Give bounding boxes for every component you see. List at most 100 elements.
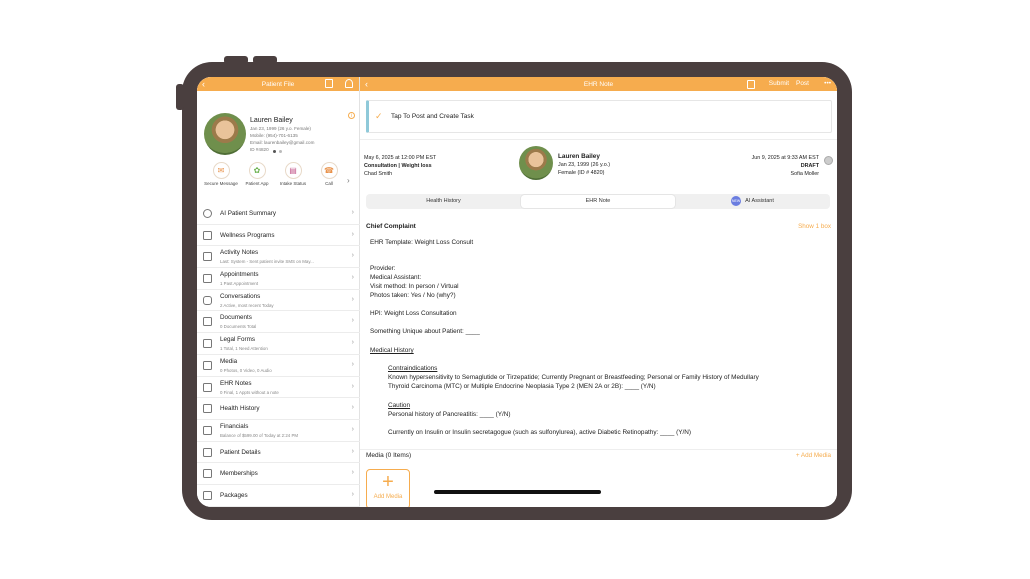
- menu-item-conversations[interactable]: Conversations 2 Active, most recent Today…: [197, 290, 360, 312]
- right-topbar: ‹ EHR Note Submit Post •••: [360, 77, 837, 91]
- note-line: Provider:: [370, 265, 396, 272]
- encounter-provider: Chad Smith: [364, 171, 393, 177]
- patient-app-button[interactable]: ✿ Patient App: [240, 162, 274, 187]
- note-line: Currently on Insulin or Insulin secretag…: [388, 429, 691, 436]
- panel-title: Patient File: [261, 80, 295, 88]
- home-indicator[interactable]: [434, 490, 601, 494]
- patient-dob: Jan 23, 1999 (26 y.o. Female): [250, 126, 311, 131]
- chat-icon: [203, 295, 212, 305]
- menu-item-title: Documents: [220, 314, 252, 322]
- add-media-label: Add Media: [373, 494, 403, 500]
- add-media-button[interactable]: + Add Media: [366, 469, 410, 507]
- chevron-right-icon[interactable]: ›: [347, 176, 350, 185]
- page-dot: [279, 150, 282, 153]
- menu-item-media[interactable]: Media 0 Photos, 0 Video, 0 Audio ›: [197, 355, 360, 377]
- user-icon[interactable]: [345, 79, 353, 88]
- note-editor[interactable]: EHR Template: Weight Loss Consult Provid…: [370, 237, 832, 450]
- page-dots: [273, 150, 282, 153]
- package-icon: [203, 490, 212, 500]
- menu-item-wellness[interactable]: Wellness Programs ›: [197, 225, 360, 247]
- note-line: EHR Template: Weight Loss Consult: [370, 239, 474, 246]
- menu-item-subtitle: 1 Past Appointment: [220, 281, 259, 287]
- menu-item-title: Memberships: [220, 470, 258, 478]
- encounter-patient-dob: Jan 23, 1999 (26 y.o.): [558, 162, 611, 168]
- chevron-right-icon: ›: [351, 252, 354, 260]
- divider: [360, 139, 837, 140]
- avatar[interactable]: [204, 113, 246, 155]
- menu-item-title: AI Patient Summary: [220, 210, 276, 217]
- menu-item-patient-details[interactable]: Patient Details ›: [197, 442, 360, 464]
- menu-item-title: Media: [220, 357, 238, 365]
- note-subheading: Caution: [388, 402, 411, 409]
- health-icon: [203, 404, 212, 414]
- tab-label: AI Assistant: [745, 198, 774, 204]
- menu-item-title: Legal Forms: [220, 336, 255, 344]
- patient-name: Lauren Bailey: [250, 117, 293, 124]
- tablet-button: [176, 84, 184, 110]
- chevron-right-icon: ›: [351, 425, 354, 433]
- document-icon: [203, 317, 212, 327]
- menu-item-title: Wellness Programs: [220, 231, 275, 239]
- info-icon[interactable]: i: [348, 112, 355, 119]
- notes-icon[interactable]: [325, 79, 333, 88]
- menu-item-documents[interactable]: Documents 0 Documents Total ›: [197, 311, 360, 334]
- screen: ‹ Patient File Lauren Bailey Jan 23, 199…: [197, 77, 837, 507]
- notes-icon: [203, 252, 212, 262]
- note-heading: Medical History: [370, 347, 414, 354]
- menu-item-subtitle: Balance of $599.00 of Today at 2:24 PM: [220, 432, 299, 438]
- call-button[interactable]: ☎ Call: [312, 162, 346, 187]
- menu-item-ehr-notes[interactable]: EHR Notes 0 Final, 1 Appts without a note…: [197, 377, 360, 399]
- menu-item-title: Health History: [220, 405, 260, 413]
- share-icon[interactable]: [747, 80, 755, 89]
- back-icon[interactable]: ‹: [365, 78, 368, 90]
- menu-item-packages[interactable]: Packages ›: [197, 485, 360, 507]
- menu-item-memberships[interactable]: Memberships ›: [197, 463, 360, 485]
- calendar-icon: [203, 274, 212, 284]
- quick-actions: ✉ Secure Message ✿ Patient App ▤ Intake …: [197, 162, 360, 202]
- ai-icon: [203, 209, 212, 218]
- encounter-patient-name: Lauren Bailey: [558, 153, 600, 160]
- task-banner[interactable]: ✓ Tap To Post and Create Task: [366, 100, 832, 133]
- membership-icon: [203, 469, 212, 479]
- menu-item-title: Packages: [220, 491, 248, 499]
- menu-item-activity-notes[interactable]: Activity Notes Last: System - Sent patien…: [197, 246, 360, 269]
- note-status: DRAFT: [800, 163, 819, 169]
- post-button[interactable]: Post: [796, 80, 809, 87]
- chevron-right-icon: ›: [351, 490, 354, 498]
- encounter-patient-sex: Female (ID # 4820): [558, 170, 605, 176]
- tab-health-history[interactable]: Health History: [367, 195, 520, 208]
- more-icon[interactable]: •••: [824, 80, 831, 87]
- patient-menu: AI Patient Summary › Wellness Programs › A…: [197, 203, 360, 507]
- chevron-right-icon: ›: [351, 447, 354, 455]
- wellness-icon: [203, 230, 212, 240]
- patient-id: ID #4820: [250, 147, 269, 152]
- tab-ehr-note[interactable]: EHR Note: [521, 195, 675, 208]
- intake-status-button[interactable]: ▤ Intake Status: [276, 162, 310, 187]
- scroll-indicator[interactable]: [824, 156, 833, 165]
- secure-message-button[interactable]: ✉ Secure Message: [204, 162, 238, 187]
- section-title: Chief Complaint: [366, 223, 416, 230]
- tab-ai-assistant[interactable]: NEW AI Assistant: [676, 195, 829, 208]
- new-badge: NEW: [731, 195, 742, 206]
- menu-item-legal-forms[interactable]: Legal Forms 1 Total, 1 Need Attention ›: [197, 333, 360, 355]
- chevron-right-icon: ›: [351, 295, 354, 303]
- menu-item-ai-summary[interactable]: AI Patient Summary ›: [197, 203, 360, 225]
- submit-button[interactable]: Submit: [769, 80, 789, 87]
- note-author: Sofia Moller: [790, 171, 819, 177]
- menu-item-health-history[interactable]: Health History ›: [197, 398, 360, 420]
- note-line: HPI: Weight Loss Consultation: [370, 310, 457, 317]
- menu-item-subtitle: 2 Active, most recent Today: [220, 302, 274, 308]
- clipboard-icon: ▤: [284, 162, 302, 179]
- note-line: Thyroid Carcinoma (MTC) or Multiple Endo…: [388, 383, 656, 390]
- chevron-right-icon: ›: [351, 382, 354, 390]
- menu-item-appointments[interactable]: Appointments 1 Past Appointment ›: [197, 268, 360, 290]
- note-line: Known hypersensitivity to Semaglutide or…: [388, 374, 759, 381]
- tab-bar: Health History EHR Note NEW AI Assistant: [366, 194, 830, 209]
- show-box-link[interactable]: Show 1 box: [798, 223, 831, 230]
- note-subheading: Contraindications: [388, 365, 438, 372]
- add-media-link[interactable]: + Add Media: [796, 452, 831, 459]
- menu-item-financials[interactable]: Financials Balance of $599.00 of Today at…: [197, 420, 360, 442]
- back-icon[interactable]: ‹: [202, 78, 205, 90]
- quick-action-label: Intake Status: [279, 181, 307, 186]
- note-line: Something Unique about Patient: ____: [370, 328, 480, 335]
